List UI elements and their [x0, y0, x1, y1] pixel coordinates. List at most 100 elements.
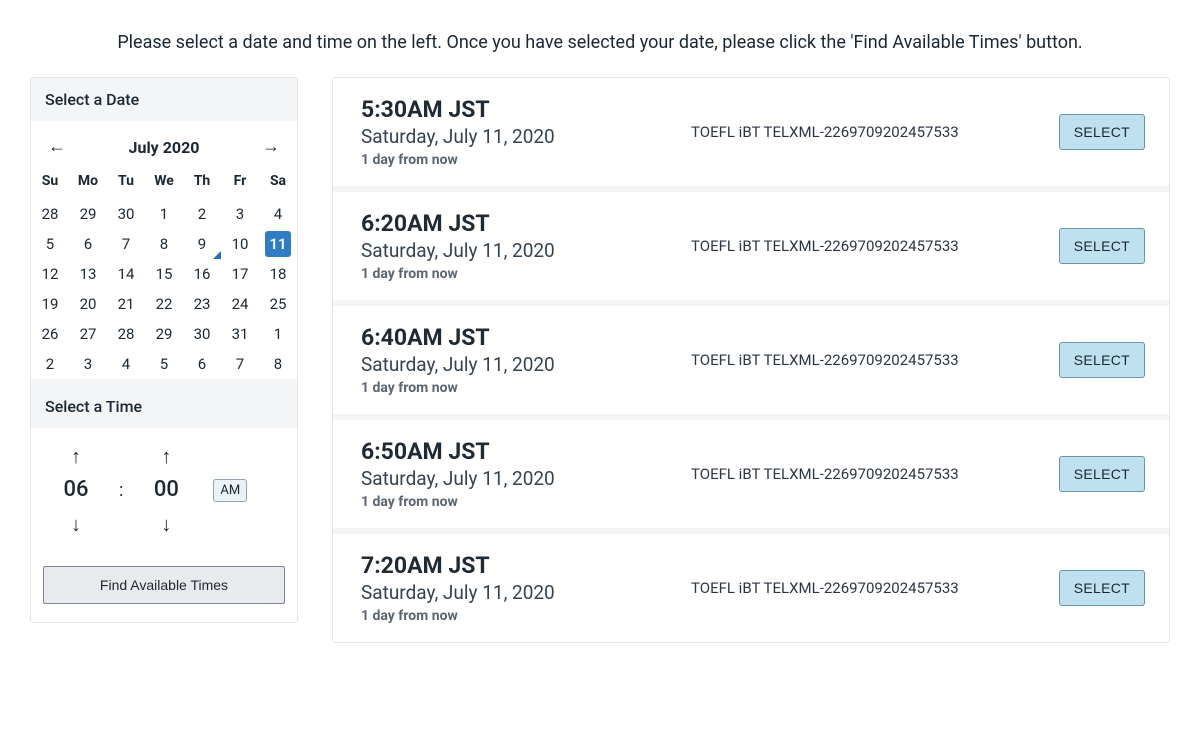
slot-time: 7:20AM JST	[361, 552, 691, 579]
calendar-day[interactable]: 5	[145, 349, 183, 379]
calendar-day[interactable]: 9	[183, 229, 221, 259]
arrow-up-icon: ↑	[161, 444, 171, 468]
ampm-toggle[interactable]: AM	[213, 479, 247, 502]
calendar-day[interactable]: 21	[107, 289, 145, 319]
slot-date: Saturday, July 11, 2020	[361, 353, 691, 376]
next-month-button[interactable]: →	[257, 133, 285, 161]
calendar-day[interactable]: 2	[183, 199, 221, 229]
arrow-right-icon: →	[262, 136, 280, 157]
slot-time: 6:20AM JST	[361, 210, 691, 237]
calendar-day[interactable]: 2	[31, 349, 69, 379]
arrow-down-icon: ↓	[161, 512, 171, 536]
slot-date: Saturday, July 11, 2020	[361, 467, 691, 490]
slot-description: TOEFL iBT TELXML-2269709202457533	[691, 236, 1045, 256]
calendar-day[interactable]: 22	[145, 289, 183, 319]
calendar-dow: Mo	[69, 167, 107, 199]
slot-time: 6:50AM JST	[361, 438, 691, 465]
calendar-day[interactable]: 31	[221, 319, 259, 349]
slot-relative: 1 day from now	[361, 494, 691, 510]
minute-value: 00	[154, 472, 179, 508]
left-panel: Select a Date ← July 2020 → SuMoTuWeThFr…	[30, 77, 298, 623]
prev-month-button[interactable]: ←	[43, 133, 71, 161]
calendar-day[interactable]: 11	[259, 229, 297, 259]
calendar-day[interactable]: 19	[31, 289, 69, 319]
calendar-day[interactable]: 18	[259, 259, 297, 289]
calendar-day[interactable]: 20	[69, 289, 107, 319]
slot-relative: 1 day from now	[361, 266, 691, 282]
instruction-text: Please select a date and time on the lef…	[30, 10, 1170, 77]
select-slot-button[interactable]: SELECT	[1059, 570, 1145, 606]
select-date-header: Select a Date	[31, 78, 297, 121]
calendar-dow: We	[145, 167, 183, 199]
calendar-day[interactable]: 10	[221, 229, 259, 259]
calendar-day[interactable]: 29	[69, 199, 107, 229]
hour-down-button[interactable]: ↓	[71, 508, 81, 540]
slot-description: TOEFL iBT TELXML-2269709202457533	[691, 578, 1045, 598]
calendar-day[interactable]: 14	[107, 259, 145, 289]
hour-value: 06	[63, 472, 88, 508]
calendar-day[interactable]: 1	[259, 319, 297, 349]
calendar-dow: Sa	[259, 167, 297, 199]
time-slot: 5:30AM JSTSaturday, July 11, 2020 1 day f…	[333, 78, 1169, 186]
time-slot: 6:40AM JSTSaturday, July 11, 2020 1 day f…	[333, 306, 1169, 414]
minute-up-button[interactable]: ↑	[161, 440, 171, 472]
calendar-day[interactable]: 8	[145, 229, 183, 259]
calendar-day[interactable]: 12	[31, 259, 69, 289]
calendar-day[interactable]: 4	[107, 349, 145, 379]
calendar-day[interactable]: 1	[145, 199, 183, 229]
calendar-dow: Tu	[107, 167, 145, 199]
slot-description: TOEFL iBT TELXML-2269709202457533	[691, 464, 1045, 484]
slot-relative: 1 day from now	[361, 380, 691, 396]
slot-description: TOEFL iBT TELXML-2269709202457533	[691, 350, 1045, 370]
calendar-day[interactable]: 24	[221, 289, 259, 319]
calendar-day[interactable]: 16	[183, 259, 221, 289]
time-colon: :	[105, 480, 137, 501]
calendar-day[interactable]: 7	[221, 349, 259, 379]
calendar-day[interactable]: 3	[221, 199, 259, 229]
time-slot: 6:20AM JSTSaturday, July 11, 2020 1 day f…	[333, 192, 1169, 300]
select-slot-button[interactable]: SELECT	[1059, 114, 1145, 150]
calendar-day[interactable]: 25	[259, 289, 297, 319]
calendar-day[interactable]: 3	[69, 349, 107, 379]
calendar-day[interactable]: 8	[259, 349, 297, 379]
calendar-table: SuMoTuWeThFrSa 2829301234567891011121314…	[31, 167, 297, 379]
select-time-header: Select a Time	[31, 385, 297, 428]
find-available-times-button[interactable]: Find Available Times	[43, 566, 285, 604]
calendar-day[interactable]: 27	[69, 319, 107, 349]
select-slot-button[interactable]: SELECT	[1059, 456, 1145, 492]
arrow-up-icon: ↑	[71, 444, 81, 468]
calendar-dow: Fr	[221, 167, 259, 199]
calendar-day[interactable]: 30	[183, 319, 221, 349]
slot-description: TOEFL iBT TELXML-2269709202457533	[691, 122, 1045, 142]
arrow-left-icon: ←	[48, 136, 66, 157]
calendar-day[interactable]: 23	[183, 289, 221, 319]
calendar-day[interactable]: 28	[107, 319, 145, 349]
calendar-day[interactable]: 5	[31, 229, 69, 259]
calendar-day[interactable]: 6	[69, 229, 107, 259]
slot-date: Saturday, July 11, 2020	[361, 239, 691, 262]
calendar-day[interactable]: 17	[221, 259, 259, 289]
slot-relative: 1 day from now	[361, 152, 691, 168]
slot-relative: 1 day from now	[361, 608, 691, 624]
slot-time: 5:30AM JST	[361, 96, 691, 123]
slot-time: 6:40AM JST	[361, 324, 691, 351]
calendar-day[interactable]: 4	[259, 199, 297, 229]
calendar-day[interactable]: 30	[107, 199, 145, 229]
slot-date: Saturday, July 11, 2020	[361, 125, 691, 148]
calendar-day[interactable]: 29	[145, 319, 183, 349]
calendar-day[interactable]: 26	[31, 319, 69, 349]
minute-down-button[interactable]: ↓	[161, 508, 171, 540]
hour-up-button[interactable]: ↑	[71, 440, 81, 472]
select-slot-button[interactable]: SELECT	[1059, 342, 1145, 378]
calendar-day[interactable]: 6	[183, 349, 221, 379]
time-slot: 6:50AM JSTSaturday, July 11, 2020 1 day f…	[333, 420, 1169, 528]
calendar-day[interactable]: 7	[107, 229, 145, 259]
calendar-day[interactable]: 28	[31, 199, 69, 229]
calendar-month-label: July 2020	[129, 138, 200, 157]
calendar-day[interactable]: 13	[69, 259, 107, 289]
calendar-dow: Th	[183, 167, 221, 199]
slot-date: Saturday, July 11, 2020	[361, 581, 691, 604]
results-panel: 5:30AM JSTSaturday, July 11, 20201 day f…	[332, 77, 1170, 643]
select-slot-button[interactable]: SELECT	[1059, 228, 1145, 264]
calendar-day[interactable]: 15	[145, 259, 183, 289]
